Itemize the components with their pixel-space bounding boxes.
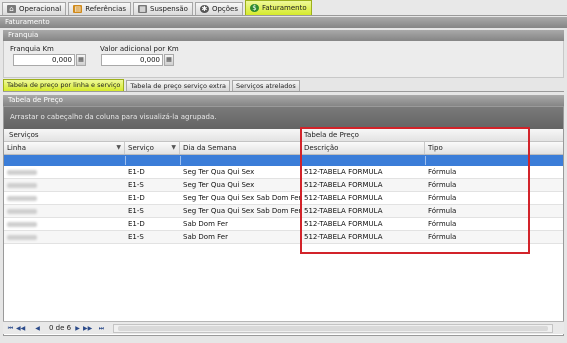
dollar-icon: $ [250, 4, 259, 12]
cell-descricao: 512-TABELA FORMULA [304, 168, 383, 176]
cell-descricao: 512-TABELA FORMULA [304, 220, 383, 228]
tab-faturamento[interactable]: $ Faturamento [245, 0, 312, 15]
next-page-icon[interactable]: ▶ [73, 324, 82, 333]
tabela-preco-header: Tabela de Preço [3, 95, 564, 106]
cell-dia-semana: Sab Dom Fer [183, 233, 228, 241]
cell-linha-redacted [4, 192, 125, 204]
divider [301, 156, 302, 165]
scrollbar-thumb[interactable] [118, 326, 548, 331]
column-header-row: Linha ▼ Serviço ▼ Dia da Semana Descrição … [4, 142, 563, 155]
filter-row[interactable] [4, 155, 563, 166]
cell-dia-semana: Seg Ter Qua Qui Sex [183, 168, 255, 176]
band-header-row: Serviços Tabela de Preço [4, 129, 563, 142]
tab-label: Referências [85, 5, 127, 13]
column-label: Serviço [128, 144, 154, 152]
cell-servico: E1-S [128, 207, 144, 215]
column-label: Linha [7, 144, 27, 152]
column-header-descricao[interactable]: Descrição [301, 142, 425, 154]
cell-servico: E1-S [128, 233, 144, 241]
faturamento-header: Faturamento [0, 17, 567, 28]
cell-descricao: 512-TABELA FORMULA [304, 207, 383, 215]
cell-tipo: Fórmula [428, 168, 457, 176]
page-status: 0 de 6 [49, 324, 72, 332]
cell-dia-semana: Sab Dom Fer [183, 220, 228, 228]
calculator-icon[interactable]: ▦ [76, 54, 86, 66]
sub-tab-bar: Tabela de preço por linha e serviço Tabe… [3, 79, 564, 92]
column-label: Dia da Semana [183, 144, 237, 152]
cell-dia-semana: Seg Ter Qua Qui Sex Sab Dom Fer [183, 207, 301, 215]
tab-label: Suspensão [150, 5, 188, 13]
column-header-linha[interactable]: Linha ▼ [4, 142, 125, 154]
cell-linha-redacted [4, 218, 125, 230]
band-servicos: Serviços [9, 131, 39, 139]
tab-preco-servico-extra[interactable]: Tabela de preço serviço extra [126, 80, 230, 91]
cell-linha-redacted [4, 231, 125, 243]
tab-label: Faturamento [262, 4, 307, 12]
cell-descricao: 512-TABELA FORMULA [304, 181, 383, 189]
horizontal-scrollbar[interactable] [113, 324, 553, 333]
last-page-icon[interactable]: ⏭ [97, 324, 106, 333]
table-row[interactable]: E1-D Seg Ter Qua Qui Sex Sab Dom Fer 512… [4, 192, 563, 205]
book-icon: ▤ [73, 5, 83, 13]
table-row[interactable]: E1-S Seg Ter Qua Qui Sex 512-TABELA FORM… [4, 179, 563, 192]
valor-adicional-label: Valor adicional por Km [100, 45, 179, 53]
home-icon: ⌂ [7, 5, 16, 13]
prev-10-icon[interactable]: ◀◀ [16, 324, 25, 333]
cell-servico: E1-D [128, 194, 145, 202]
cell-tipo: Fórmula [428, 207, 457, 215]
cell-servico: E1-S [128, 181, 144, 189]
table-row[interactable]: E1-S Sab Dom Fer 512-TABELA FORMULA Fórm… [4, 231, 563, 244]
cell-dia-semana: Seg Ter Qua Qui Sex Sab Dom Fer [183, 194, 301, 202]
cell-servico: E1-D [128, 220, 145, 228]
sort-arrow-icon: ▼ [116, 144, 121, 151]
cell-descricao: 512-TABELA FORMULA [304, 233, 383, 241]
tab-suspensao[interactable]: ▦ Suspensão [133, 2, 193, 15]
group-by-hint: Arrastar o cabeçalho da coluna para visu… [4, 107, 563, 129]
prev-page-icon[interactable]: ◀ [33, 324, 42, 333]
tab-referencias[interactable]: ▤ Referências [68, 2, 132, 15]
table-icon: ▦ [138, 5, 148, 13]
cell-linha-redacted [4, 205, 125, 217]
column-header-dia-semana[interactable]: Dia da Semana [180, 142, 301, 154]
column-header-tipo[interactable]: Tipo [425, 142, 529, 154]
tab-preco-linha-servico[interactable]: Tabela de preço por linha e serviço [3, 79, 125, 91]
cell-tipo: Fórmula [428, 233, 457, 241]
table-row[interactable]: E1-D Seg Ter Qua Qui Sex 512-TABELA FORM… [4, 166, 563, 179]
cell-servico: E1-D [128, 168, 145, 176]
tab-label: Opções [211, 5, 238, 13]
divider [425, 156, 426, 165]
column-label: Descrição [304, 144, 339, 152]
cell-linha-redacted [4, 166, 125, 178]
table-row[interactable]: E1-S Seg Ter Qua Qui Sex Sab Dom Fer 512… [4, 205, 563, 218]
tab-servicos-atrelados[interactable]: Serviços atrelados [231, 80, 300, 91]
divider [125, 156, 126, 165]
cell-tipo: Fórmula [428, 220, 457, 228]
first-page-icon[interactable]: ⏮ [6, 324, 15, 333]
tab-opcoes[interactable]: ✱ Opções [194, 2, 243, 15]
tab-label: Operacional [19, 5, 62, 13]
calculator-icon[interactable]: ▦ [164, 54, 174, 66]
top-tab-bar: ⌂ Operacional ▤ Referências ▦ Suspensão … [0, 0, 567, 16]
cell-tipo: Fórmula [428, 194, 457, 202]
table-row[interactable]: E1-D Sab Dom Fer 512-TABELA FORMULA Fórm… [4, 218, 563, 231]
sort-arrow-icon: ▼ [171, 144, 176, 151]
franquia-panel: Franquia Km 0,000 ▦ Valor adicional por … [3, 41, 564, 78]
cell-tipo: Fórmula [428, 181, 457, 189]
cell-linha-redacted [4, 179, 125, 191]
pager: ⏮ ◀◀ ◀ 0 de 6 ▶ ▶▶ ⏭ [3, 321, 564, 334]
cell-descricao: 512-TABELA FORMULA [304, 194, 383, 202]
column-label: Tipo [428, 144, 443, 152]
column-header-servico[interactable]: Serviço ▼ [125, 142, 180, 154]
franquia-header: Franquia [3, 30, 564, 41]
franquia-km-input[interactable]: 0,000 [13, 54, 75, 66]
price-grid: Arrastar o cabeçalho da coluna para visu… [3, 106, 564, 336]
franquia-km-label: Franquia Km [10, 45, 54, 53]
tab-operacional[interactable]: ⌂ Operacional [2, 2, 67, 15]
valor-adicional-input[interactable]: 0,000 [101, 54, 163, 66]
band-tabela-preco: Tabela de Preço [304, 131, 359, 139]
divider [180, 156, 181, 165]
cell-dia-semana: Seg Ter Qua Qui Sex [183, 181, 255, 189]
next-10-icon[interactable]: ▶▶ [83, 324, 92, 333]
gear-icon: ✱ [199, 5, 209, 13]
